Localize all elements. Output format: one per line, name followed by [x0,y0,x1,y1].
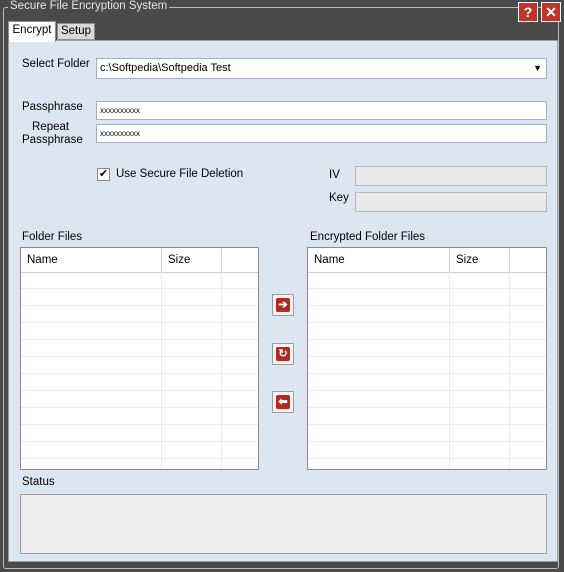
passphrase-field[interactable]: xxxxxxxxxx [96,101,547,120]
secure-delete-label: Use Secure File Deletion [116,168,244,180]
folder-files-header: Name Size [21,248,258,273]
column-header-size[interactable]: Size [450,248,510,272]
key-field [355,192,547,212]
close-button[interactable]: ✕ [541,2,561,22]
table-row [21,442,258,459]
table-row [308,408,546,425]
tab-encrypt[interactable]: Encrypt [8,21,56,42]
folder-files-list[interactable]: Name Size [20,247,259,470]
table-row [308,306,546,323]
iv-label: IV [329,169,340,181]
column-header-name[interactable]: Name [308,248,450,272]
table-row [21,357,258,374]
repeat-label-line1: Repeat [32,121,70,133]
column-header-size[interactable]: Size [162,248,222,272]
help-button[interactable]: ? [518,2,538,22]
table-row [21,289,258,306]
app-window: Secure File Encryption System ? ✕ Encryp… [0,0,564,572]
encrypted-files-header: Name Size [308,248,546,273]
encrypt-panel: Select Folder c:\Softpedia\Softpedia Tes… [8,40,558,562]
table-row [308,340,546,357]
repeat-passphrase-field[interactable]: xxxxxxxxxx [96,124,547,143]
refresh-button[interactable]: ↻ [272,343,294,365]
status-label: Status [22,476,55,488]
table-row [308,323,546,340]
encrypted-files-list[interactable]: Name Size [307,247,547,470]
table-row [308,425,546,442]
table-row [21,340,258,357]
status-box [20,494,547,554]
chevron-down-icon[interactable]: ▼ [533,59,542,78]
secure-delete-checkbox[interactable]: ✔ [97,168,110,181]
table-row [308,289,546,306]
key-label: Key [329,192,349,204]
table-row [21,306,258,323]
arrow-right-icon: ➔ [276,298,290,312]
table-row [308,442,546,459]
table-row [21,323,258,340]
passphrase-label: Passphrase [22,101,83,113]
encrypt-button[interactable]: ➔ [272,294,294,316]
table-row [21,425,258,442]
folder-files-label: Folder Files [22,231,83,243]
decrypt-button[interactable]: ⬅ [272,391,294,413]
table-row [21,391,258,408]
table-row [308,357,546,374]
window-title: Secure File Encryption System [8,0,170,12]
select-folder-label: Select Folder [22,58,90,70]
table-row [21,408,258,425]
iv-field [355,166,547,186]
folder-value: c:\Softpedia\Softpedia Test [100,62,231,74]
table-row [21,272,258,289]
encrypted-files-label: Encrypted Folder Files [310,231,426,243]
table-row [308,374,546,391]
arrow-left-icon: ⬅ [276,395,290,409]
folder-select[interactable]: c:\Softpedia\Softpedia Test ▼ [96,58,547,79]
table-row [308,391,546,408]
table-row [21,374,258,391]
column-header-name[interactable]: Name [21,248,162,272]
repeat-label-line2: Passphrase [22,134,83,146]
refresh-icon: ↻ [276,347,290,361]
tab-setup[interactable]: Setup [57,23,95,40]
table-row [308,272,546,289]
